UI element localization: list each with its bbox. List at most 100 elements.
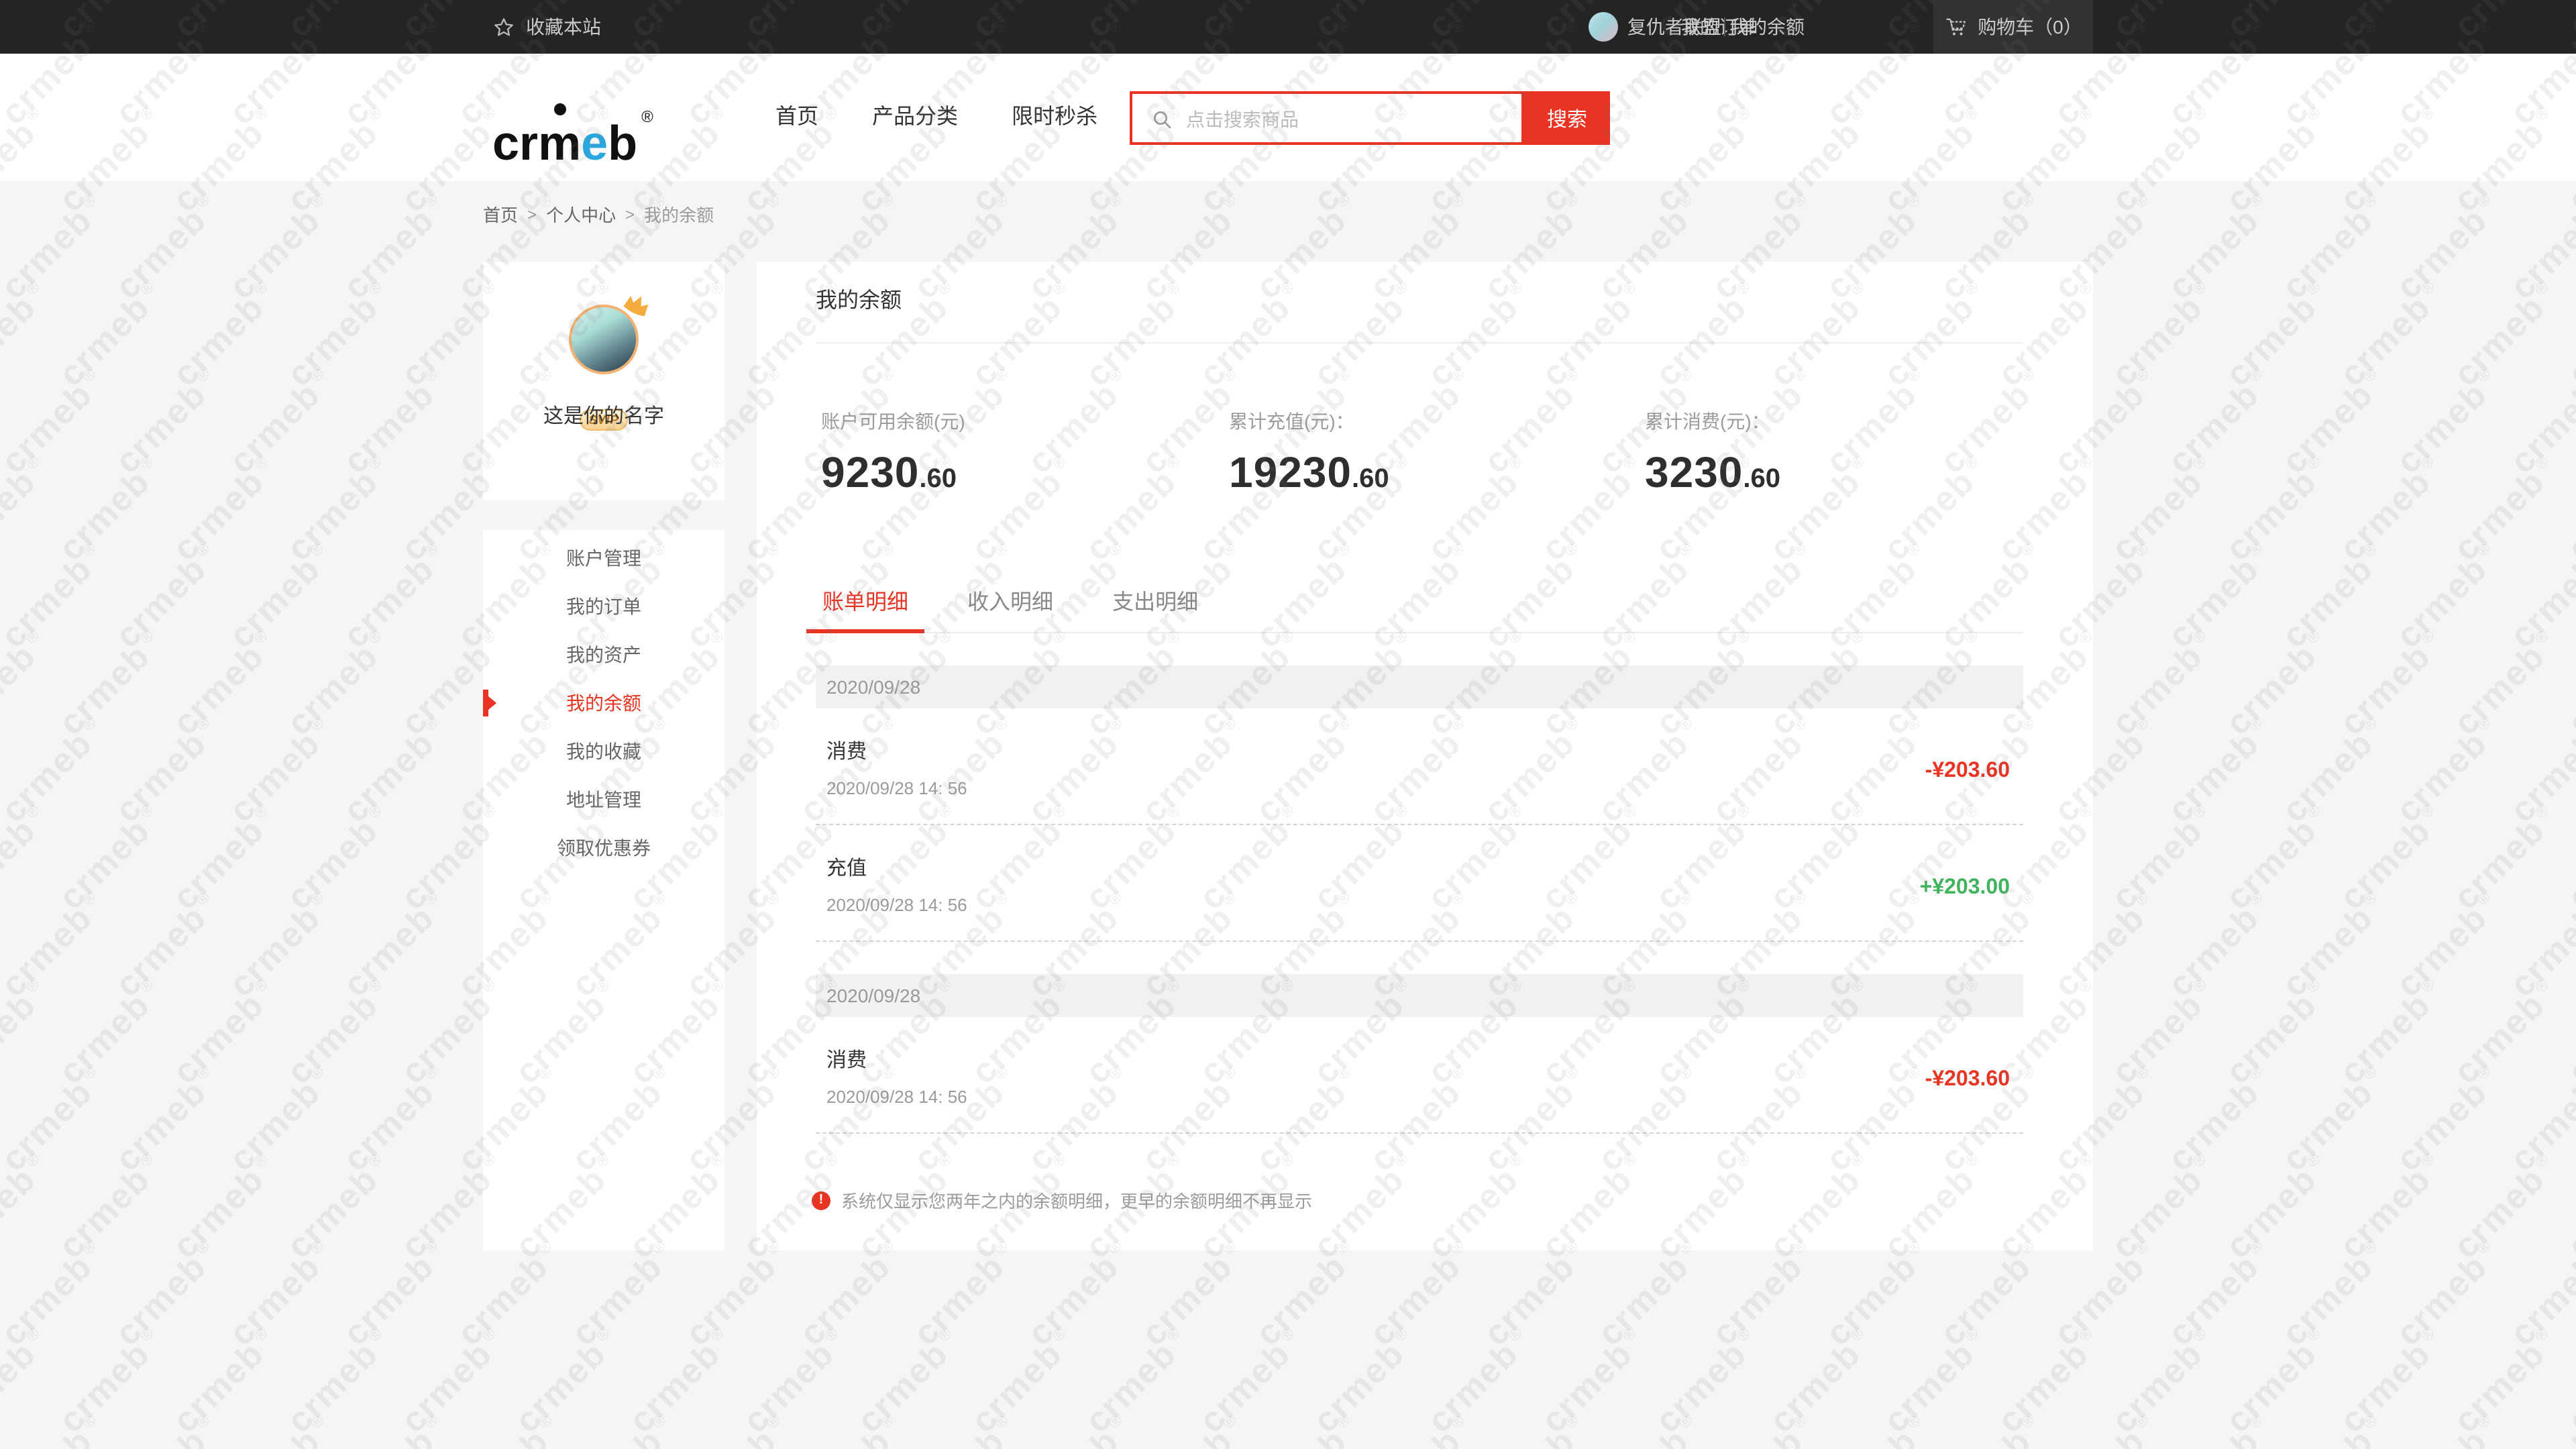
watermark-text: crmeb® — [2502, 1236, 2576, 1354]
bill-amount: +¥203.00 — [1920, 876, 2010, 900]
watermark-text: crmeb® — [963, 1324, 1080, 1441]
topbar-divider — [1724, 17, 1725, 36]
bill-type: 消费 — [826, 737, 2023, 765]
avatar-wrap: SVIP — [569, 305, 639, 374]
watermark-text: crmeb® — [2273, 1062, 2391, 1179]
watermark-text: crmeb® — [2331, 451, 2449, 569]
topbar-my-balance-link[interactable]: 我的余额 — [1729, 0, 1805, 54]
sidebar-item-orders[interactable]: 我的订单 — [483, 582, 724, 631]
watermark-text: crmeb® — [905, 1236, 1022, 1354]
tab-expense-details[interactable]: 支出明细 — [1096, 577, 1214, 632]
watermark-text: crmeb® — [2445, 626, 2563, 743]
watermark-text: crmeb® — [2217, 1324, 2334, 1441]
watermark-text: crmeb® — [1589, 1411, 1707, 1449]
watermark-text: crmeb® — [849, 1324, 966, 1441]
search-icon — [1151, 109, 1173, 130]
page: 收藏本站 复仇者联盟 我的订单 我的余额 购物车（0） crmeb® — [0, 0, 2576, 1449]
sidebar-item-favorites[interactable]: 我的收藏 — [483, 727, 724, 775]
logo-m: m — [538, 113, 581, 174]
watermark-text: crmeb® — [221, 1411, 338, 1449]
watermark-text: crmeb® — [677, 1236, 794, 1354]
tab-bill-details[interactable]: 账单明细 — [806, 577, 924, 632]
sidebar-item-balance[interactable]: 我的余额 — [483, 679, 724, 727]
logo[interactable]: crmeb® — [492, 86, 653, 148]
sidebar-item-address[interactable]: 地址管理 — [483, 775, 724, 824]
sidebar-item-balance-label: 我的余额 — [566, 692, 641, 714]
favorite-site-link[interactable]: 收藏本站 — [492, 0, 601, 54]
stat-value-dec: .60 — [1743, 464, 1780, 495]
watermark-text: crmeb® — [905, 1411, 1022, 1449]
tab-income-details[interactable]: 收入明细 — [951, 577, 1069, 632]
sidebar-item-coupons[interactable]: 领取优惠券 — [483, 824, 724, 872]
nav-categories[interactable]: 产品分类 — [872, 105, 958, 131]
watermark-text: crmeb® — [677, 1411, 794, 1449]
watermark-text: crmeb® — [278, 626, 396, 743]
breadcrumb: 首页 > 个人中心 > 我的余额 — [483, 201, 714, 227]
watermark-text: crmeb® — [164, 975, 282, 1092]
stat-value-int: 9230 — [821, 448, 919, 498]
watermark-text: crmeb® — [221, 888, 338, 1005]
watermark-text: crmeb® — [2045, 1411, 2163, 1449]
search-field[interactable] — [1130, 91, 1524, 145]
watermark-text: crmeb® — [2103, 451, 2220, 569]
watermark-text: crmeb® — [2159, 539, 2277, 656]
watermark-text: crmeb® — [2273, 1236, 2391, 1354]
stat-total-consumption: 累计消费(元)： 3230 .60 — [1645, 408, 1780, 498]
watermark-text: crmeb® — [50, 277, 168, 394]
watermark-text: crmeb® — [2559, 451, 2576, 569]
watermark-text: crmeb® — [50, 1324, 168, 1441]
watermark-text: crmeb® — [449, 1411, 566, 1449]
breadcrumb-user-center[interactable]: 个人中心 — [546, 201, 616, 227]
stat-value-dec: .60 — [919, 464, 957, 495]
watermark-text: crmeb® — [1931, 1236, 2049, 1354]
cart-label: 购物车（0） — [1978, 13, 2082, 40]
nav-home[interactable]: 首页 — [775, 105, 818, 131]
breadcrumb-home[interactable]: 首页 — [483, 201, 518, 227]
cart-button[interactable]: 购物车（0） — [1933, 0, 2093, 54]
watermark-text: crmeb® — [50, 626, 168, 743]
watermark-text: crmeb® — [164, 451, 282, 569]
watermark-text: crmeb® — [0, 888, 110, 1005]
bill-amount: -¥203.60 — [1925, 1068, 2010, 1092]
watermark-text: crmeb® — [2273, 1411, 2391, 1449]
sidebar-item-assets[interactable]: 我的资产 — [483, 631, 724, 679]
watermark-text: crmeb® — [1931, 1411, 2049, 1449]
search-input[interactable] — [1183, 97, 1511, 142]
watermark-text: crmeb® — [0, 190, 110, 307]
watermark-text: crmeb® — [1875, 1324, 1992, 1441]
watermark-text: crmeb® — [621, 1324, 738, 1441]
watermark-text: crmeb® — [278, 451, 396, 569]
header: crmeb® 首页 产品分类 限时秒杀 领优惠券 搜索 — [0, 54, 2576, 181]
watermark-text: crmeb® — [335, 713, 452, 830]
watermark-text: crmeb® — [2559, 800, 2576, 918]
watermark-text: crmeb® — [392, 1324, 510, 1441]
watermark-text: crmeb® — [735, 1324, 852, 1441]
watermark-text: crmeb® — [0, 800, 54, 918]
watermark-text: crmeb® — [2387, 190, 2505, 307]
watermark-text: crmeb® — [2217, 451, 2334, 569]
watermark-text: crmeb® — [2273, 713, 2391, 830]
star-icon — [492, 15, 515, 38]
watermark-text: crmeb® — [2331, 626, 2449, 743]
watermark-text: crmeb® — [1989, 1324, 2106, 1441]
watermark-text: crmeb® — [2159, 190, 2277, 307]
watermark-text: crmeb® — [1647, 1324, 1764, 1441]
watermark-text: crmeb® — [2559, 277, 2576, 394]
avatar[interactable] — [569, 305, 639, 374]
watermark-text: crmeb® — [221, 364, 338, 482]
watermark-text: crmeb® — [2387, 1411, 2505, 1449]
nav-flash-sale[interactable]: 限时秒杀 — [1012, 105, 1097, 131]
breadcrumb-separator: > — [527, 205, 537, 223]
sidebar-item-account[interactable]: 账户管理 — [483, 534, 724, 582]
search-button[interactable]: 搜索 — [1524, 91, 1610, 145]
watermark-text: crmeb® — [1019, 1236, 1136, 1354]
watermark-text: crmeb® — [2502, 364, 2576, 482]
date-group-header: 2020/09/28 — [816, 665, 2023, 708]
watermark-text: crmeb® — [2273, 888, 2391, 1005]
user-avatar-small[interactable] — [1589, 12, 1618, 42]
watermark-text: crmeb® — [2502, 888, 2576, 1005]
watermark-text: crmeb® — [1247, 1411, 1364, 1449]
watermark-text: crmeb® — [1133, 1411, 1250, 1449]
watermark-text: crmeb® — [2103, 800, 2220, 918]
watermark-text: crmeb® — [0, 1149, 54, 1267]
